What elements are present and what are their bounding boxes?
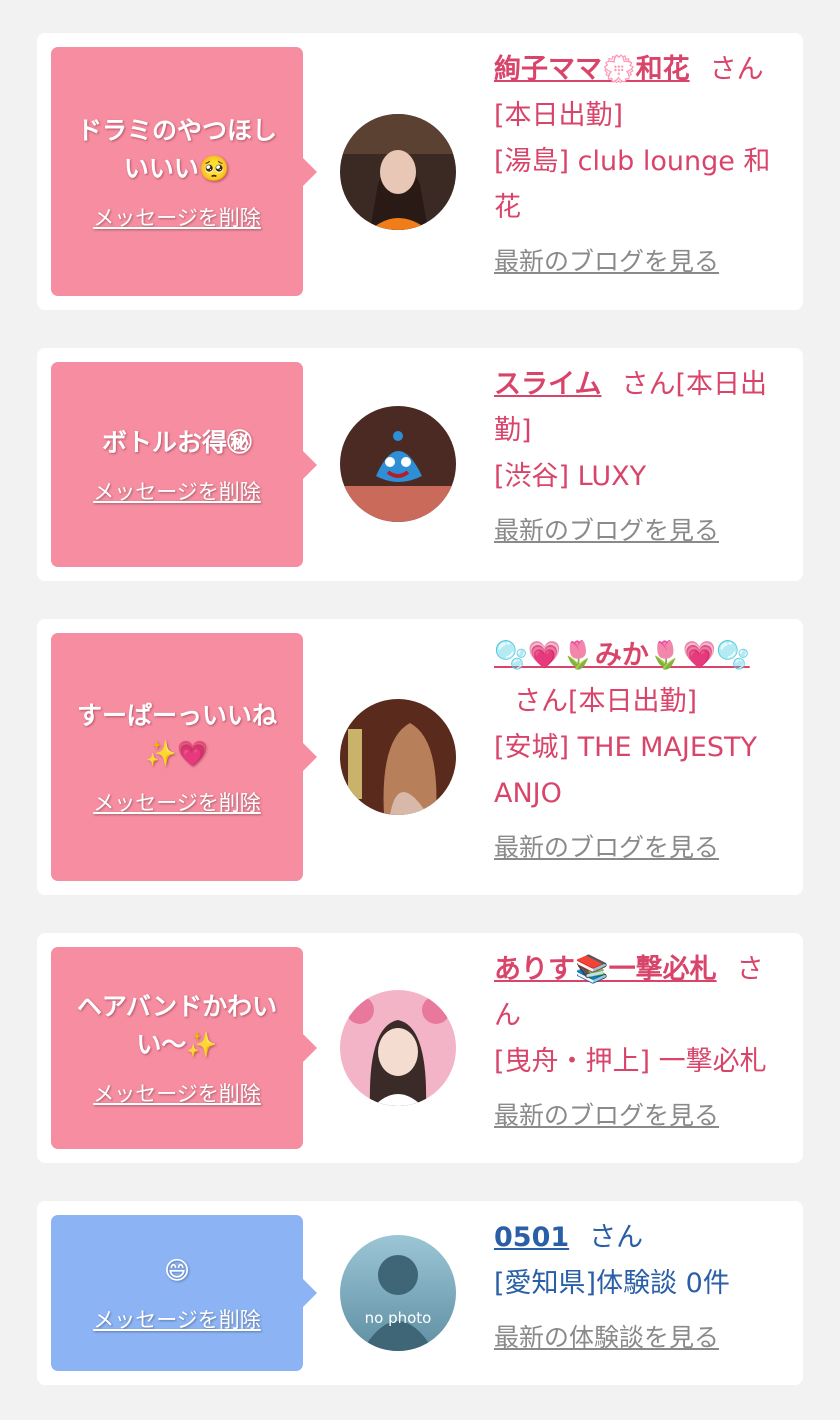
latest-blog-link[interactable]: 最新のブログを見る bbox=[494, 825, 719, 871]
message-card: 😄 メッセージを削除 no photo 0501 さん [愛知県]体験談 0件 最… bbox=[37, 1201, 803, 1385]
honorific: さん bbox=[709, 54, 764, 85]
delete-message-link[interactable]: メッセージを削除 bbox=[93, 1078, 261, 1108]
profile-info: 🫧💗🌷みか🌷💗🫧 さん[本日出勤] [安城] THE MAJESTY ANJO 最… bbox=[494, 633, 790, 871]
avatar[interactable] bbox=[340, 114, 456, 230]
message-bubble: 😄 メッセージを削除 bbox=[51, 1215, 317, 1371]
profile-name-link[interactable]: 🫧💗🌷みか🌷💗🫧 bbox=[494, 640, 750, 671]
message-text: ボトルお得㊙ bbox=[101, 427, 252, 457]
message-text: ドラミのやつほしいいい🥺 bbox=[76, 115, 277, 183]
message-text: ヘアバンドかわいい〜✨ bbox=[76, 992, 278, 1059]
shop-location: [安城] THE MAJESTY ANJO bbox=[494, 732, 757, 809]
delete-message-link[interactable]: メッセージを削除 bbox=[93, 476, 261, 506]
profile-info: 絢子ママ💮和花 さん [本日出勤] [湯島] club lounge 和花 最新の… bbox=[494, 47, 790, 285]
profile-info: ありす📚一撃必札 さん [曳舟・押上] 一撃必札 最新のブログを見る bbox=[494, 947, 790, 1139]
profile-info: 0501 さん [愛知県]体験談 0件 最新の体験談を見る bbox=[494, 1215, 790, 1361]
message-card: すーぱーっいいね✨💗 メッセージを削除 🫧💗🌷みか🌷💗🫧 さん[本日出勤] [安城… bbox=[37, 619, 803, 895]
shop-location: [湯島] club lounge 和花 bbox=[494, 146, 771, 223]
profile-name-link[interactable]: 絢子ママ💮和花 bbox=[494, 54, 690, 85]
avatar[interactable] bbox=[340, 406, 456, 522]
message-bubble: ボトルお得㊙ メッセージを削除 bbox=[51, 362, 317, 567]
avatar[interactable] bbox=[340, 990, 456, 1106]
message-card: ドラミのやつほしいいい🥺 メッセージを削除 絢子ママ💮和花 さん [本日出勤] [… bbox=[37, 33, 803, 310]
shop-location: [曳舟・押上] 一撃必札 bbox=[494, 1046, 767, 1077]
avatar[interactable] bbox=[340, 699, 456, 815]
message-text: すーぱーっいいね✨💗 bbox=[76, 701, 277, 768]
no-photo-avatar[interactable]: no photo bbox=[340, 1235, 456, 1351]
shop-location: [愛知県]体験談 0件 bbox=[494, 1268, 730, 1299]
delete-message-link[interactable]: メッセージを削除 bbox=[93, 202, 261, 232]
message-card: ヘアバンドかわいい〜✨ メッセージを削除 ありす📚一撃必札 さん [曳舟・押上] … bbox=[37, 933, 803, 1163]
honorific: さん bbox=[589, 1222, 644, 1253]
latest-experience-link[interactable]: 最新の体験談を見る bbox=[494, 1315, 719, 1361]
delete-message-link[interactable]: メッセージを削除 bbox=[93, 1304, 261, 1334]
message-text: 😄 bbox=[163, 1256, 191, 1285]
message-bubble: すーぱーっいいね✨💗 メッセージを削除 bbox=[51, 633, 317, 881]
profile-name-link[interactable]: スライム bbox=[494, 369, 601, 400]
profile-name-link[interactable]: 0501 bbox=[494, 1222, 569, 1253]
latest-blog-link[interactable]: 最新のブログを見る bbox=[494, 508, 719, 554]
message-bubble: ドラミのやつほしいいい🥺 メッセージを削除 bbox=[51, 47, 317, 296]
no-photo-label: no photo bbox=[364, 1309, 432, 1327]
work-status: [本日出勤] bbox=[494, 100, 624, 131]
profile-name-link[interactable]: ありす📚一撃必札 bbox=[494, 954, 717, 985]
delete-message-link[interactable]: メッセージを削除 bbox=[93, 787, 261, 817]
latest-blog-link[interactable]: 最新のブログを見る bbox=[494, 1093, 719, 1139]
message-bubble: ヘアバンドかわいい〜✨ メッセージを削除 bbox=[51, 947, 317, 1149]
shop-location: [渋谷] LUXY bbox=[494, 461, 647, 492]
latest-blog-link[interactable]: 最新のブログを見る bbox=[494, 239, 719, 285]
message-card: ボトルお得㊙ メッセージを削除 スライム さん[本日出勤] [渋谷] LUXY 最… bbox=[37, 348, 803, 581]
profile-info: スライム さん[本日出勤] [渋谷] LUXY 最新のブログを見る bbox=[494, 362, 790, 554]
honorific: さん[本日出勤] bbox=[514, 686, 698, 717]
